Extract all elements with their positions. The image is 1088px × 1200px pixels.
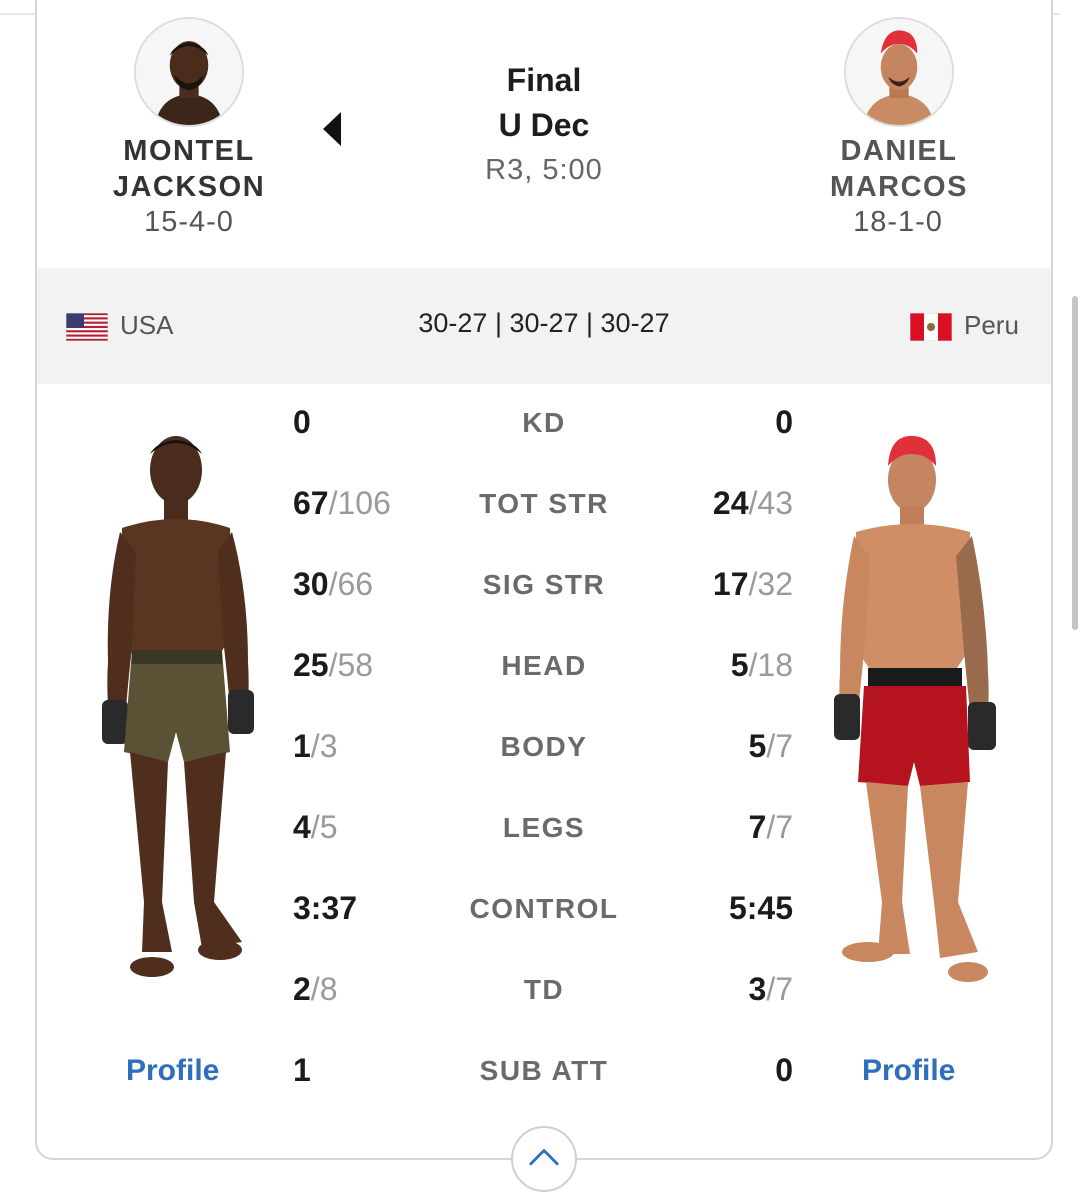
right-fighter-country: Peru [964, 310, 1019, 340]
left-stat-attempted: 106 [337, 485, 391, 521]
right-stat-value: 5/18 [731, 647, 793, 684]
stat-label: TOT STR [479, 488, 609, 519]
peru-flag-icon [910, 313, 952, 341]
left-fighter-first-name: MONTEL [123, 135, 255, 167]
right-stat-landed: 17 [712, 566, 749, 602]
right-fighter-profile-link[interactable]: Profile [862, 1054, 955, 1088]
left-stat-value: 4/5 [293, 809, 337, 846]
left-stat-value: 1 [293, 1052, 311, 1089]
left-stat-value: 3:37 [293, 890, 357, 927]
left-stat-attempted: 8 [319, 971, 338, 1007]
stat-label: BODY [500, 731, 588, 762]
left-fighter-profile-link[interactable]: Profile [126, 1054, 219, 1088]
left-stat-value: 1/3 [293, 728, 337, 765]
right-stat-attempted: 43 [757, 485, 793, 521]
right-stat-landed: 7 [748, 809, 767, 845]
right-stat-value: 5/7 [749, 728, 793, 765]
right-fighter-body-image [834, 435, 996, 982]
left-fighter-body-image [102, 436, 254, 977]
stat-label: SUB ATT [479, 1055, 609, 1086]
right-stat-landed: 5:45 [728, 890, 793, 926]
stat-separator: / [310, 728, 320, 764]
right-stat-attempted: 7 [775, 809, 793, 845]
left-stat-landed: 30 [293, 566, 329, 602]
left-stat-landed: 3:37 [293, 890, 358, 926]
fight-method: U Dec [498, 107, 590, 143]
left-stat-landed: 0 [293, 404, 311, 440]
left-stat-value: 30/66 [293, 566, 373, 603]
usa-flag-icon [66, 313, 108, 341]
stat-label: HEAD [501, 650, 587, 681]
left-stat-value: 2/8 [293, 971, 337, 1008]
triangle-left-icon [323, 112, 341, 146]
left-stat-landed: 67 [293, 485, 329, 521]
left-fighter-headshot [134, 17, 244, 127]
left-stat-value: 0 [293, 404, 311, 441]
stat-separator: / [766, 971, 776, 1007]
right-fighter-last-name: MARCOS [830, 171, 968, 203]
left-stat-landed: 1 [293, 1052, 311, 1088]
left-stat-landed: 25 [293, 647, 329, 683]
right-stat-value: 5:45 [729, 890, 793, 927]
right-stat-attempted: 18 [757, 647, 793, 683]
right-stat-landed: 3 [748, 971, 767, 1007]
fight-status: Final [506, 62, 582, 98]
fight-card-page: MONTEL JACKSON 15-4-0 Final U Dec R3, 5:… [0, 0, 1088, 1200]
judges-scores: 30-27 | 30-27 | 30-27 [418, 308, 670, 338]
fight-round-time: R3, 5:00 [485, 154, 603, 186]
right-stat-value: 0 [775, 404, 793, 441]
left-fighter-last-name: JACKSON [112, 171, 266, 203]
right-stat-landed: 24 [712, 485, 749, 521]
stat-label: LEGS [502, 812, 586, 843]
stat-label: TD [523, 974, 565, 1005]
left-fighter-country: USA [120, 310, 174, 340]
left-stat-attempted: 58 [337, 647, 374, 683]
left-stat-landed: 2 [293, 971, 311, 1007]
stat-label: SIG STR [482, 569, 606, 600]
left-stat-landed: 1 [293, 728, 311, 764]
left-stat-landed: 4 [293, 809, 311, 845]
stat-separator: / [310, 971, 320, 1007]
right-stat-landed: 0 [775, 1052, 793, 1088]
chevron-up-icon [529, 1149, 559, 1166]
stat-separator: / [766, 809, 776, 845]
stat-label: CONTROL [469, 893, 619, 924]
left-fighter-record: 15-4-0 [144, 206, 234, 238]
stat-separator: / [766, 728, 776, 764]
right-stat-attempted: 7 [775, 728, 793, 764]
left-stat-attempted: 5 [319, 809, 338, 845]
right-stat-value: 17/32 [713, 566, 793, 603]
stat-separator: / [310, 809, 320, 845]
right-stat-value: 0 [775, 1052, 793, 1089]
scrollbar[interactable] [1072, 296, 1078, 630]
left-stat-attempted: 66 [337, 566, 374, 602]
right-stat-landed: 5 [730, 647, 749, 683]
left-stat-value: 25/58 [293, 647, 373, 684]
left-stat-attempted: 3 [319, 728, 338, 764]
right-stat-landed: 5 [748, 728, 767, 764]
stat-label: KD [522, 407, 566, 438]
right-stat-landed: 0 [775, 404, 793, 440]
right-stat-value: 3/7 [749, 971, 793, 1008]
right-stat-value: 7/7 [749, 809, 793, 846]
right-stat-attempted: 7 [775, 971, 793, 1007]
right-stat-value: 24/43 [713, 485, 793, 522]
collapse-button[interactable] [511, 1126, 577, 1192]
right-stat-attempted: 32 [757, 566, 793, 602]
left-stat-value: 67/106 [293, 485, 391, 522]
right-fighter-first-name: DANIEL [840, 135, 958, 167]
right-fighter-headshot [844, 17, 954, 127]
right-fighter-record: 18-1-0 [853, 206, 943, 238]
